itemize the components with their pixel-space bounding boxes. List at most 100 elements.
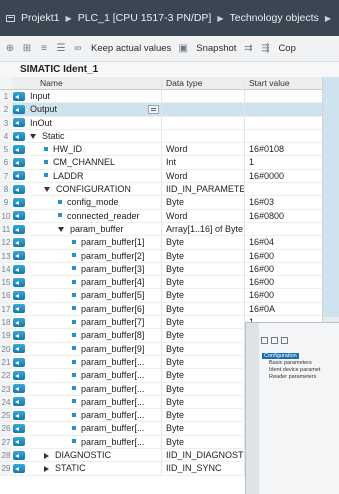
start-value-cell[interactable]: 16#00 xyxy=(245,250,322,262)
variable-name: param_buffer[5] xyxy=(81,290,145,301)
data-type-cell[interactable]: Byte xyxy=(162,276,245,289)
data-type-cell[interactable] xyxy=(162,103,245,116)
breadcrumb-project[interactable]: Projekt1 xyxy=(21,12,60,24)
data-type-cell[interactable]: Word xyxy=(162,209,245,222)
data-type-cell[interactable]: IID_IN_SYNC xyxy=(162,462,245,475)
table-row[interactable]: 14 param_buffer[3] Byte 16#00 xyxy=(0,262,322,277)
start-value-cell[interactable]: 16#00 xyxy=(245,276,322,288)
data-type-cell[interactable]: Array[1..16] of Byte xyxy=(162,222,245,236)
start-value-cell[interactable]: 16#00 xyxy=(245,289,322,301)
tree-node-configuration[interactable]: Configuration xyxy=(262,353,299,359)
start-value-cell[interactable]: 1 xyxy=(245,156,322,168)
start-value-cell[interactable]: 16#00 xyxy=(245,263,322,275)
table-row[interactable]: 3 InOut xyxy=(0,116,322,130)
start-value-cell[interactable]: 16#0A xyxy=(245,303,322,315)
copy-snapshot-icon[interactable]: ⇉ xyxy=(240,41,256,57)
table-row[interactable]: 16 param_buffer[5] Byte 16#00 xyxy=(0,289,322,303)
data-type-cell[interactable]: Byte xyxy=(162,289,245,302)
expand-arrow-icon[interactable] xyxy=(44,465,49,472)
data-type-cell[interactable]: Word xyxy=(162,143,245,156)
data-type-cell[interactable]: Byte xyxy=(162,369,245,382)
data-type-cell[interactable] xyxy=(162,116,245,129)
data-type-cell[interactable]: Byte xyxy=(162,355,245,369)
table-row[interactable]: 12 param_buffer[1] Byte 16#04 xyxy=(0,236,322,250)
tree-node-reader-parameters[interactable]: Reader parameters xyxy=(262,374,320,381)
copy-start-values-icon[interactable]: ⇶ xyxy=(257,41,273,57)
table-row[interactable]: 17 param_buffer[6] Byte 16#0A xyxy=(0,302,322,317)
table-row[interactable]: 15 param_buffer[4] Byte 16#00 xyxy=(0,276,322,290)
interface-icon xyxy=(13,304,25,314)
data-type-cell[interactable]: Int xyxy=(162,156,245,169)
collapse-all-icon[interactable]: ☰ xyxy=(53,41,69,57)
data-type-cell[interactable]: Byte xyxy=(162,395,245,409)
column-header-name[interactable]: Name xyxy=(26,77,162,89)
table-row[interactable]: 9 config_mode Byte 16#03 xyxy=(0,196,322,210)
collapse-arrow-icon[interactable] xyxy=(58,227,64,233)
monitor-icon[interactable]: ∞ xyxy=(70,41,86,57)
table-row[interactable]: 4 Static xyxy=(0,129,322,144)
chevron-right-icon: ▶ xyxy=(217,13,224,23)
data-type-cell[interactable]: IID_IN_PARAMETERS xyxy=(162,183,245,196)
insert-row-icon[interactable]: ⊕ xyxy=(2,41,18,57)
variable-name: InOut xyxy=(30,117,53,128)
data-type-cell[interactable]: Byte xyxy=(162,382,245,395)
overlay-tool-icon[interactable] xyxy=(281,337,288,344)
breadcrumb-plc[interactable]: PLC_1 [CPU 1517-3 PN/DP] xyxy=(78,12,212,24)
start-value-cell[interactable]: 16#04 xyxy=(245,236,322,248)
collapse-arrow-icon[interactable] xyxy=(30,134,36,140)
data-type-cell[interactable]: IID_IN_DIAGNOSTIC xyxy=(162,449,245,462)
start-value-cell[interactable]: 16#03 xyxy=(245,196,322,208)
copy-button[interactable]: Cop xyxy=(278,43,295,54)
breadcrumb-technology-objects[interactable]: Technology objects xyxy=(230,12,319,24)
data-type-cell[interactable]: Byte xyxy=(162,302,245,316)
data-type-cell[interactable]: Byte xyxy=(162,236,245,249)
start-value-cell[interactable] xyxy=(245,90,322,102)
table-row[interactable]: 10 connected_reader Word 16#0800 xyxy=(0,209,322,223)
data-type-cell[interactable]: Byte xyxy=(162,249,245,262)
column-header-data-type[interactable]: Data type xyxy=(162,77,245,89)
start-value-cell[interactable] xyxy=(245,103,322,115)
table-row[interactable]: 11 param_buffer Array[1..16] of Byte xyxy=(0,222,322,237)
table-row[interactable]: 8 CONFIGURATION IID_IN_PARAMETERS xyxy=(0,183,322,197)
start-value-cell[interactable] xyxy=(245,223,322,235)
start-value-cell[interactable] xyxy=(245,130,322,142)
overlay-side-tab[interactable] xyxy=(246,323,259,494)
start-value-cell[interactable] xyxy=(245,183,322,195)
keep-actual-values-button[interactable]: Keep actual values xyxy=(91,43,171,54)
data-type-cell[interactable] xyxy=(162,129,245,143)
start-value-cell[interactable]: 16#0800 xyxy=(245,210,322,222)
table-row[interactable]: 5 HW_ID Word 16#0108 xyxy=(0,143,322,157)
chevron-right-icon: ▶ xyxy=(324,13,331,23)
table-row[interactable]: 7 LADDR Word 16#0000 xyxy=(0,169,322,184)
data-type-cell[interactable]: Byte xyxy=(162,342,245,355)
data-type-cell[interactable]: Byte xyxy=(162,435,245,449)
data-type-picker-icon[interactable] xyxy=(148,105,159,115)
start-value-cell[interactable]: 16#0108 xyxy=(245,143,322,155)
expand-all-icon[interactable]: ≡ xyxy=(36,41,52,57)
overlay-tool-icon[interactable] xyxy=(261,337,268,344)
snapshot-camera-icon[interactable]: ▣ xyxy=(175,41,191,57)
data-type-cell[interactable]: Byte xyxy=(162,422,245,435)
add-row-icon[interactable]: ⊞ xyxy=(19,41,35,57)
snapshot-button[interactable]: Snapshot xyxy=(196,43,236,54)
table-row[interactable]: 6 CM_CHANNEL Int 1 xyxy=(0,156,322,170)
expand-arrow-icon[interactable] xyxy=(44,452,49,459)
variable-name: config_mode xyxy=(67,197,119,208)
data-type-cell[interactable]: Byte xyxy=(162,409,245,422)
overlay-tool-icon[interactable] xyxy=(271,337,278,344)
start-value-cell[interactable]: 16#0000 xyxy=(245,170,322,182)
data-type-cell[interactable]: Byte xyxy=(162,262,245,276)
column-header-start-value[interactable]: Start value xyxy=(245,77,322,89)
data-type-cell[interactable]: Byte xyxy=(162,316,245,329)
table-row[interactable]: 13 param_buffer[2] Byte 16#00 xyxy=(0,249,322,263)
data-type-cell[interactable] xyxy=(162,90,245,103)
table-row[interactable]: 1 Input xyxy=(0,90,322,104)
start-value-cell[interactable] xyxy=(245,117,322,129)
tree-node-ident-device-parameters[interactable]: Ident device paramet xyxy=(262,367,320,374)
data-type-cell[interactable]: Byte xyxy=(162,329,245,342)
data-type-cell[interactable]: Word xyxy=(162,169,245,183)
tree-node-basic-parameters[interactable]: Basic parameters xyxy=(262,360,320,367)
table-row[interactable]: 2 Output xyxy=(0,103,322,117)
data-type-cell[interactable]: Byte xyxy=(162,196,245,209)
collapse-arrow-icon[interactable] xyxy=(44,187,50,193)
